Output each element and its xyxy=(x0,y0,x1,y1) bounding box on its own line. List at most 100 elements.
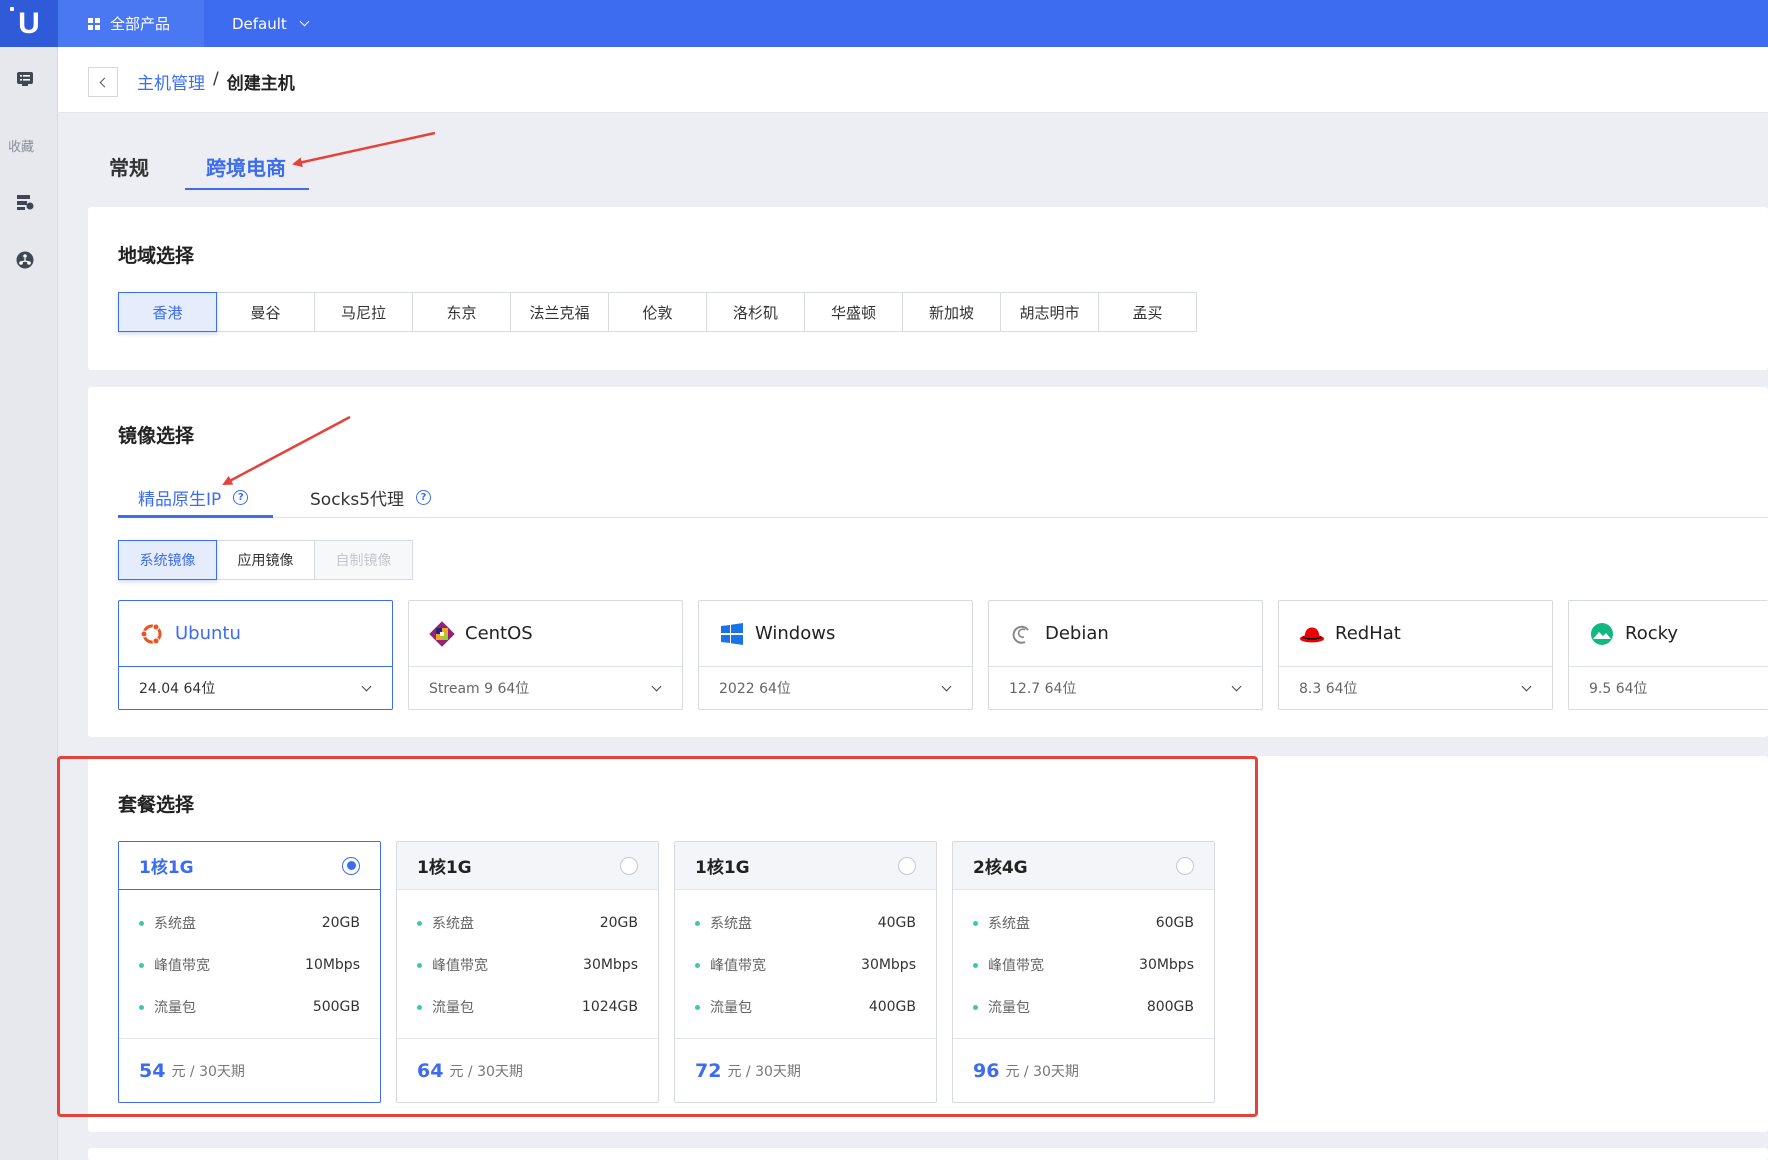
plan-price: 96 元 / 30天期 xyxy=(953,1039,1214,1102)
plan-header: 1核1G xyxy=(119,842,380,890)
project-select[interactable]: Default xyxy=(232,0,310,47)
region-option-hongkong[interactable]: 香港 xyxy=(118,292,217,332)
price-unit: 元 xyxy=(449,1063,464,1080)
image-type-application[interactable]: 应用镜像 xyxy=(216,540,315,580)
os-version-select[interactable]: 12.7 64位 xyxy=(989,667,1262,709)
plan-card[interactable]: 1核1G 系统盘 20GB 峰值带宽 30Mbps 流量包 1024GB 64 元 /… xyxy=(396,841,659,1103)
sidebar-favorites-label[interactable]: 收藏 xyxy=(8,136,34,155)
help-icon[interactable]: ? xyxy=(416,490,432,505)
os-name: Rocky xyxy=(1625,623,1679,644)
plan-header: 1核1G xyxy=(675,842,936,890)
tab-premium-native-ip[interactable]: 精品原生IP ? xyxy=(138,485,249,510)
region-option-frankfurt[interactable]: 法兰克福 xyxy=(510,292,609,332)
chevron-down-icon xyxy=(299,16,310,27)
plan-radio[interactable] xyxy=(342,856,360,875)
top-bar: U 全部产品 Default xyxy=(0,0,1768,47)
image-type-group: 系统镜像 应用镜像 自制镜像 xyxy=(118,540,413,580)
tab-divider xyxy=(118,517,1768,518)
image-type-custom[interactable]: 自制镜像 xyxy=(314,540,413,580)
os-version: 24.04 64位 xyxy=(139,681,216,697)
package-title: 套餐选择 xyxy=(118,794,195,816)
next-panel xyxy=(88,1148,1768,1160)
image-panel: 镜像选择 精品原生IP ? Socks5代理 ? 系统镜像 应用镜像 自制镜像 … xyxy=(88,387,1768,737)
spec-value-bandwidth: 30Mbps xyxy=(1139,957,1194,973)
spec-value-bandwidth: 10Mbps xyxy=(305,957,360,973)
region-option-bangkok[interactable]: 曼谷 xyxy=(216,292,315,332)
spec-label-traffic: 流量包 xyxy=(154,1000,196,1016)
os-card-windows[interactable]: Windows 2022 64位 xyxy=(698,600,973,710)
spec-value-traffic: 1024GB xyxy=(581,999,638,1015)
logo[interactable]: U xyxy=(0,0,58,47)
region-option-singapore[interactable]: 新加坡 xyxy=(902,292,1001,332)
tab-active-indicator xyxy=(185,188,309,190)
server-cloud-icon[interactable] xyxy=(15,192,35,212)
os-version-select[interactable]: 2022 64位 xyxy=(699,667,972,709)
back-button[interactable] xyxy=(88,67,118,97)
spec-value-traffic: 400GB xyxy=(868,999,916,1015)
plan-card[interactable]: 1核1G 系统盘 40GB 峰值带宽 30Mbps 流量包 400GB 72 元 / … xyxy=(674,841,937,1103)
region-option-los-angeles[interactable]: 洛杉矶 xyxy=(706,292,805,332)
plan-radio[interactable] xyxy=(898,856,916,875)
region-option-london[interactable]: 伦敦 xyxy=(608,292,707,332)
chevron-down-icon xyxy=(941,681,952,691)
os-version-select[interactable]: 24.04 64位 xyxy=(119,667,392,709)
os-card-rocky[interactable]: Rocky 9.5 64位 xyxy=(1568,600,1768,710)
os-version-select[interactable]: Stream 9 64位 xyxy=(409,667,682,709)
plan-card[interactable]: 2核4G 系统盘 60GB 峰值带宽 30Mbps 流量包 800GB 96 元 / … xyxy=(952,841,1215,1103)
price-unit: 元 xyxy=(1005,1063,1020,1080)
price-period: / 30天期 xyxy=(1023,1063,1079,1080)
region-title: 地域选择 xyxy=(118,245,195,267)
chevron-down-icon xyxy=(361,681,372,691)
monitor-list-icon[interactable] xyxy=(15,69,35,89)
os-name: RedHat xyxy=(1335,623,1401,644)
logo-dot xyxy=(10,7,14,11)
os-name: Windows xyxy=(755,623,836,644)
os-card-centos[interactable]: CentOS Stream 9 64位 xyxy=(408,600,683,710)
tab-premium-native-ip-label: 精品原生IP xyxy=(138,490,222,510)
tab-socks5-proxy[interactable]: Socks5代理 ? xyxy=(310,485,432,510)
os-card-ubuntu[interactable]: Ubuntu 24.04 64位 xyxy=(118,600,393,710)
breadcrumb-separator: / xyxy=(213,69,219,89)
os-card-debian[interactable]: Debian 12.7 64位 xyxy=(988,600,1263,710)
spec-label-disk: 系统盘 xyxy=(154,916,196,932)
price-period: / 30天期 xyxy=(745,1063,801,1080)
os-version-select[interactable]: 9.5 64位 xyxy=(1569,667,1768,709)
plan-card[interactable]: 1核1G 系统盘 20GB 峰值带宽 10Mbps 流量包 500GB 54 元 / … xyxy=(118,841,381,1103)
spec-value-disk: 60GB xyxy=(1155,915,1194,931)
os-card-redhat[interactable]: RedHat 8.3 64位 xyxy=(1278,600,1553,710)
network-icon[interactable] xyxy=(15,250,35,270)
region-option-mumbai[interactable]: 孟买 xyxy=(1098,292,1197,332)
os-card-header: Debian xyxy=(989,601,1262,667)
help-icon[interactable]: ? xyxy=(233,490,249,505)
all-products-button[interactable]: 全部产品 xyxy=(58,0,204,47)
plan-radio[interactable] xyxy=(1176,856,1194,875)
breadcrumb-parent-link[interactable]: 主机管理 xyxy=(137,69,205,94)
plan-name: 2核4G xyxy=(973,858,1028,878)
spec-label-disk: 系统盘 xyxy=(710,916,752,932)
region-option-tokyo[interactable]: 东京 xyxy=(412,292,511,332)
price-unit: 元 xyxy=(171,1063,186,1080)
image-type-system[interactable]: 系统镜像 xyxy=(118,540,217,580)
spec-label-bandwidth: 峰值带宽 xyxy=(988,958,1044,974)
os-card-header: Ubuntu xyxy=(119,601,392,667)
region-option-manila[interactable]: 马尼拉 xyxy=(314,292,413,332)
spec-value-disk: 40GB xyxy=(877,915,916,931)
windows-icon xyxy=(719,621,745,647)
all-products-label: 全部产品 xyxy=(110,15,171,33)
spec-label-traffic: 流量包 xyxy=(432,1000,474,1016)
tab-general[interactable]: 常规 xyxy=(109,152,149,181)
os-version: 12.7 64位 xyxy=(1009,681,1077,697)
os-version-select[interactable]: 8.3 64位 xyxy=(1279,667,1552,709)
plan-radio[interactable] xyxy=(620,856,638,875)
plan-name: 1核1G xyxy=(695,858,750,878)
os-card-header: CentOS xyxy=(409,601,682,667)
plan-name: 1核1G xyxy=(139,858,194,878)
os-card-header: Windows xyxy=(699,601,972,667)
plan-price: 54 元 / 30天期 xyxy=(119,1039,380,1102)
region-option-washington[interactable]: 华盛顿 xyxy=(804,292,903,332)
region-option-ho-chi-minh[interactable]: 胡志明市 xyxy=(1000,292,1099,332)
tab-cross-border-ecommerce[interactable]: 跨境电商 xyxy=(206,152,286,181)
chevron-left-icon xyxy=(99,77,110,87)
debian-icon xyxy=(1009,621,1035,647)
spec-value-disk: 20GB xyxy=(599,915,638,931)
